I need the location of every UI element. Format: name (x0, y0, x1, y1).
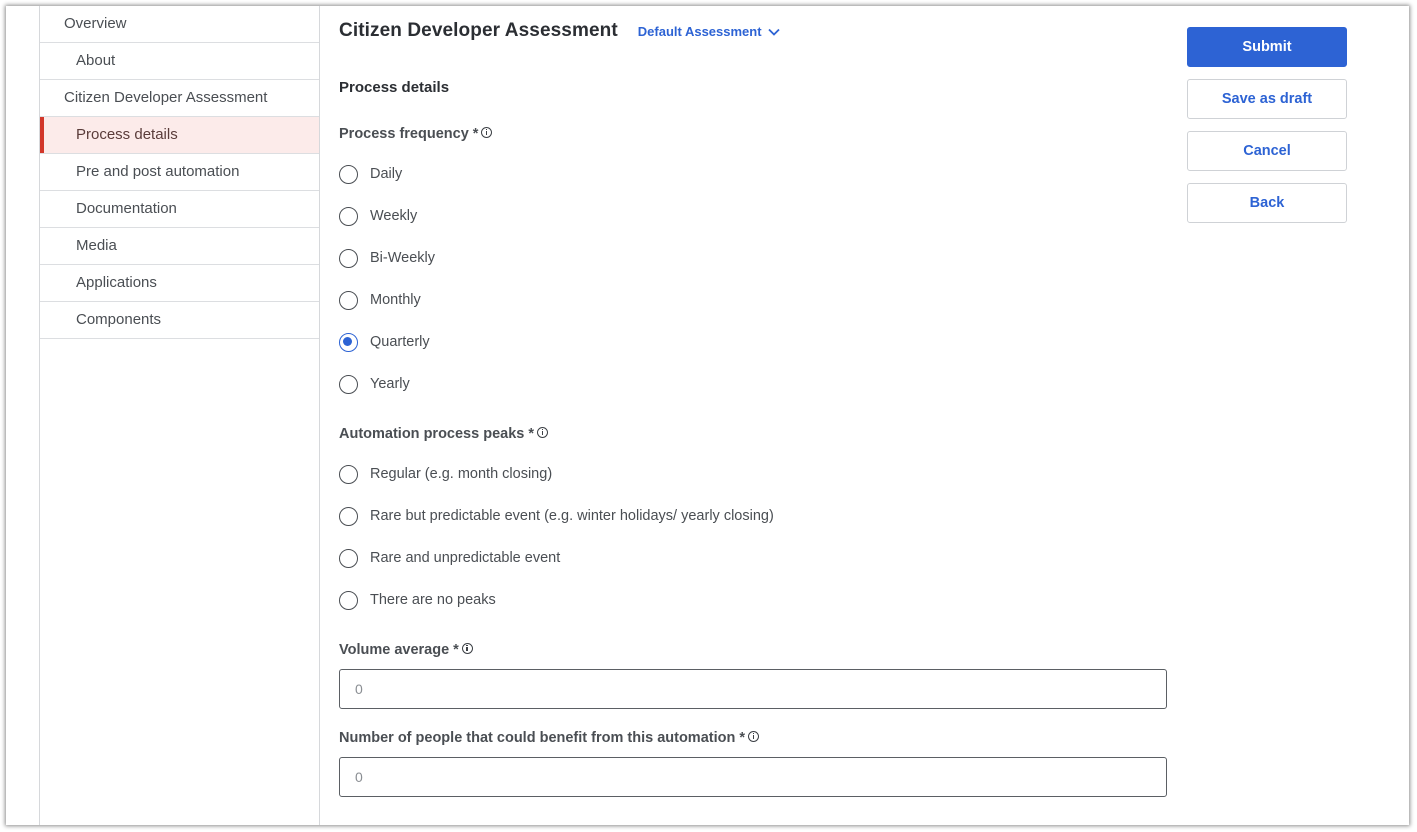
sidebar-item-about[interactable]: About (40, 43, 319, 80)
radio-button[interactable] (339, 290, 358, 310)
info-icon[interactable] (481, 126, 493, 138)
info-icon[interactable] (536, 426, 548, 438)
cancel-button[interactable]: Cancel (1187, 131, 1347, 171)
people-benefit-label: Number of people that could benefit from… (339, 730, 759, 746)
radio-process-frequency-monthly[interactable]: Monthly (339, 289, 421, 311)
radio-process-frequency-daily[interactable]: Daily (339, 163, 402, 185)
radio-label: Regular (e.g. month closing) (370, 466, 553, 482)
radio-button[interactable] (339, 248, 358, 268)
volume-average-label-text: Volume average (339, 642, 450, 658)
radio-label: Quarterly (370, 334, 430, 350)
automation-peaks-label-text: Automation process peaks (339, 426, 525, 442)
radio-label: Yearly (370, 376, 410, 392)
chevron-down-icon (767, 28, 780, 36)
radio-process-frequency-yearly[interactable]: Yearly (339, 373, 410, 395)
people-benefit-input[interactable] (339, 757, 1167, 797)
info-icon[interactable] (748, 730, 759, 742)
sidebar: Overview About Citizen Developer Assessm… (39, 6, 320, 825)
radio-button[interactable] (339, 464, 358, 484)
section-title: Process details (339, 79, 450, 96)
volume-average-input[interactable] (339, 669, 1167, 709)
action-panel: Submit Save as draft Cancel Back (1187, 27, 1347, 235)
process-frequency-label-text: Process frequency (339, 126, 469, 142)
radio-process-frequency-bi-weekly[interactable]: Bi-Weekly (339, 247, 435, 269)
required-mark: * (453, 642, 459, 658)
radio-button[interactable] (339, 590, 358, 610)
sidebar-item-media[interactable]: Media (40, 228, 319, 265)
radio-button[interactable] (339, 164, 358, 184)
app-window: Overview About Citizen Developer Assessm… (6, 6, 1409, 825)
radio-button[interactable] (339, 206, 358, 226)
sidebar-item-citizen-developer-assessment[interactable]: Citizen Developer Assessment (40, 80, 319, 117)
title-row: Citizen Developer Assessment Default Ass… (339, 20, 780, 42)
sidebar-item-components[interactable]: Components (40, 302, 319, 339)
radio-label: Bi-Weekly (370, 250, 435, 266)
info-icon[interactable] (461, 642, 473, 654)
process-frequency-label: Process frequency * (339, 126, 493, 142)
assessment-selector[interactable]: Default Assessment (638, 24, 780, 39)
sidebar-item-pre-and-post-automation[interactable]: Pre and post automation (40, 154, 319, 191)
assessment-selector-label: Default Assessment (637, 24, 762, 39)
radio-label: Monthly (370, 292, 421, 308)
required-mark: * (528, 426, 534, 442)
radio-peaks-none[interactable]: There are no peaks (339, 589, 496, 611)
page-title: Citizen Developer Assessment (339, 20, 618, 41)
radio-peaks-regular[interactable]: Regular (e.g. month closing) (339, 463, 552, 485)
radio-process-frequency-quarterly[interactable]: Quarterly (339, 331, 430, 353)
radio-label: Daily (370, 166, 403, 182)
sidebar-item-documentation[interactable]: Documentation (40, 191, 319, 228)
save-as-draft-button[interactable]: Save as draft (1187, 79, 1347, 119)
volume-average-label: Volume average * (339, 642, 473, 658)
radio-button[interactable] (339, 548, 358, 568)
sidebar-item-overview[interactable]: Overview (40, 6, 319, 43)
sidebar-item-applications[interactable]: Applications (40, 265, 319, 302)
radio-label: Rare and unpredictable event (370, 550, 561, 566)
radio-label: There are no peaks (370, 592, 496, 608)
radio-label: Weekly (370, 208, 418, 224)
radio-button[interactable] (339, 506, 358, 526)
required-mark: * (472, 126, 479, 142)
people-benefit-label-text: Number of people that could benefit from… (339, 730, 736, 746)
submit-button[interactable]: Submit (1187, 27, 1347, 67)
main-content: Citizen Developer Assessment Default Ass… (339, 6, 1179, 825)
sidebar-item-process-details[interactable]: Process details (40, 117, 319, 154)
radio-peaks-rare-predictable[interactable]: Rare but predictable event (e.g. winter … (339, 505, 774, 527)
required-mark: * (739, 730, 745, 746)
radio-process-frequency-weekly[interactable]: Weekly (339, 205, 417, 227)
back-button[interactable]: Back (1187, 183, 1347, 223)
radio-button-selected[interactable] (339, 332, 358, 352)
radio-button[interactable] (339, 374, 358, 394)
radio-label: Rare but predictable event (e.g. winter … (370, 508, 774, 524)
automation-peaks-label: Automation process peaks * (339, 426, 548, 442)
radio-peaks-rare-unpredictable[interactable]: Rare and unpredictable event (339, 547, 560, 569)
